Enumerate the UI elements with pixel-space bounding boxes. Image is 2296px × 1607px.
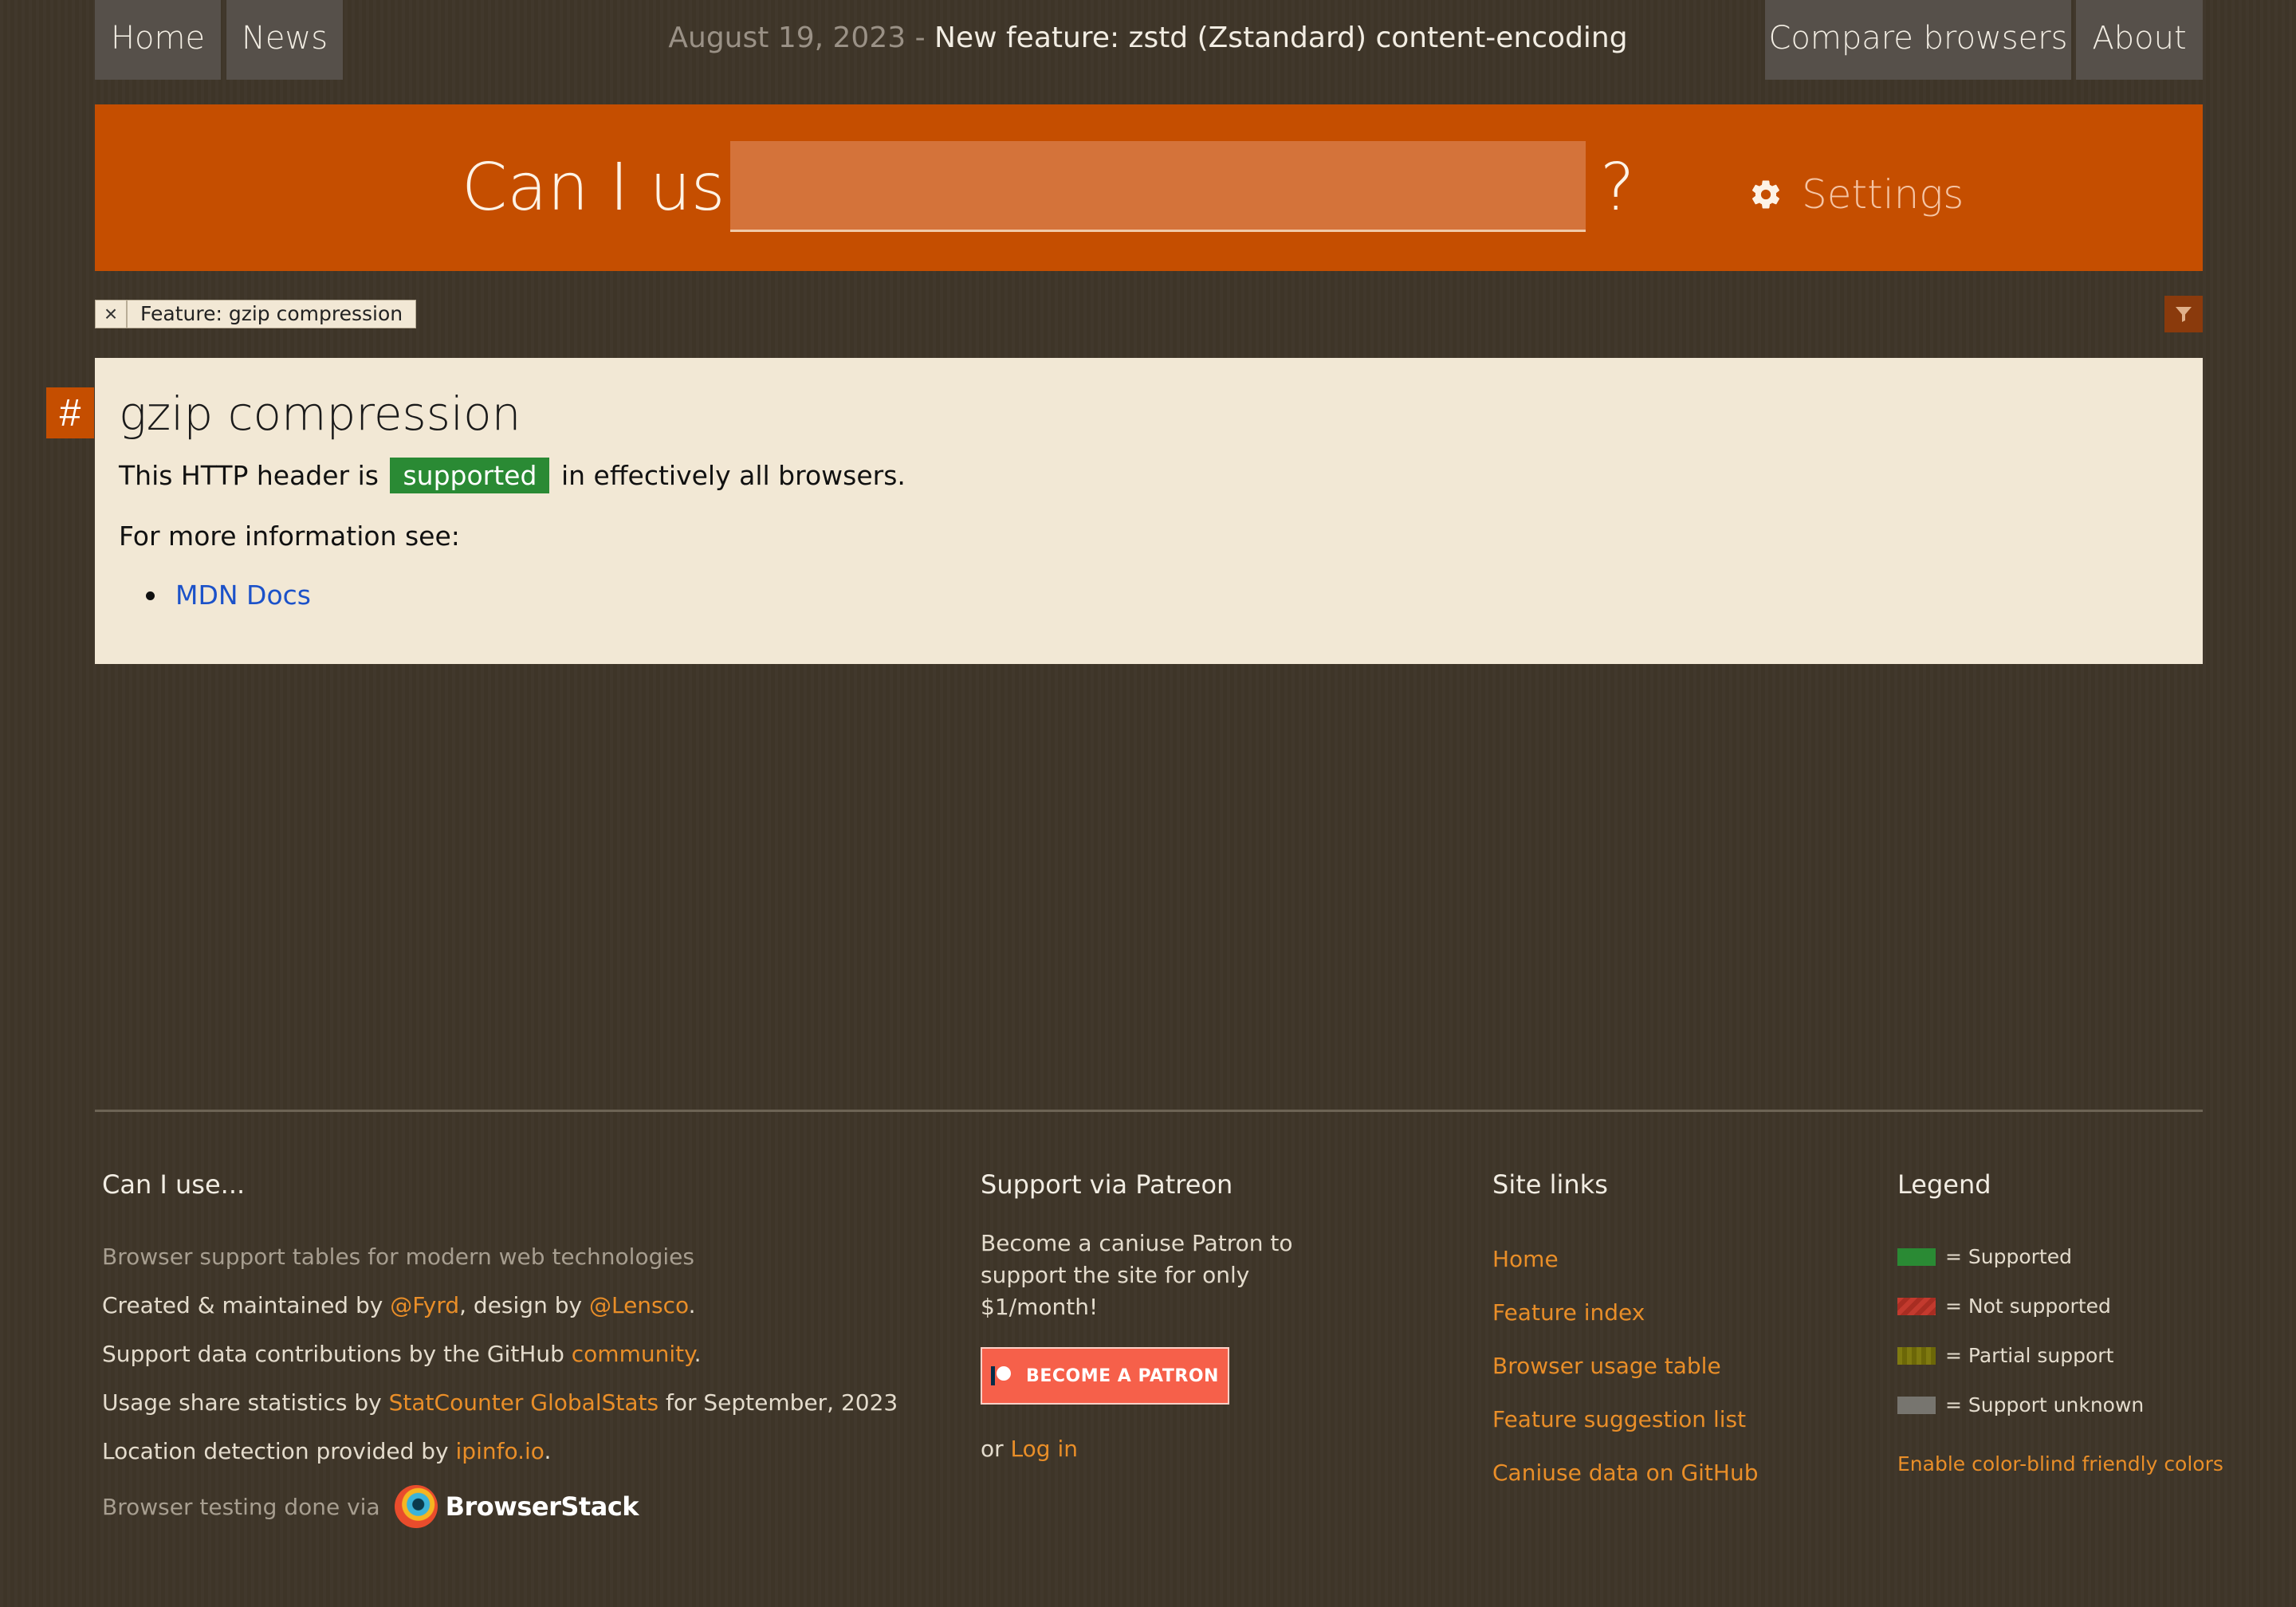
nav-compare-browsers[interactable]: Compare browsers xyxy=(1765,0,2071,80)
footer-patreon-heading: Support via Patreon xyxy=(981,1169,1233,1200)
filter-icon xyxy=(2176,307,2192,322)
footer-testing-line: Browser testing done via BrowserStack xyxy=(102,1479,898,1534)
browserstack-logo-icon[interactable] xyxy=(394,1485,438,1528)
statcounter-link[interactable]: StatCounter GlobalStats xyxy=(389,1389,659,1416)
legend-partial-support: = Partial support xyxy=(1897,1331,2223,1381)
login-link[interactable]: Log in xyxy=(1011,1436,1078,1462)
footer-site-links-column: Site links Home Feature index Browser us… xyxy=(1492,1164,1758,1499)
settings-button[interactable]: Settings xyxy=(1749,167,1964,222)
search-banner: Can I use ? Settings xyxy=(95,104,2203,271)
footer-caniuse-column: Can I use... Browser support tables for … xyxy=(102,1164,898,1534)
search-label: Can I use xyxy=(462,150,765,226)
swatch-support-unknown xyxy=(1897,1397,1936,1414)
mdn-docs-link[interactable]: MDN Docs xyxy=(175,576,311,615)
search-question-mark: ? xyxy=(1600,150,1635,226)
footer-divider xyxy=(95,1110,2203,1112)
become-patron-button[interactable]: BECOME A PATRON xyxy=(981,1347,1229,1405)
swatch-partial-support xyxy=(1897,1347,1936,1365)
site-link-feature-suggestion-list[interactable]: Feature suggestion list xyxy=(1492,1393,1758,1446)
footer-site-links-heading: Site links xyxy=(1492,1169,1608,1200)
footer-location-line: Location detection provided by ipinfo.io… xyxy=(102,1438,552,1464)
site-link-home[interactable]: Home xyxy=(1492,1232,1758,1286)
gear-icon xyxy=(1751,180,1780,209)
feature-description: This HTTP header is supported in effecti… xyxy=(119,457,906,495)
feature-anchor-link[interactable]: # xyxy=(46,387,94,438)
patreon-icon xyxy=(991,1365,1013,1387)
news-date: August 19, 2023 xyxy=(668,22,906,54)
colorblind-toggle-link[interactable]: Enable color-blind friendly colors xyxy=(1897,1452,2223,1475)
site-link-github-data[interactable]: Caniuse data on GitHub xyxy=(1492,1446,1758,1499)
swatch-supported xyxy=(1897,1248,1936,1266)
footer-patreon-column: Support via Patreon Become a caniuse Pat… xyxy=(981,1164,1315,1470)
supported-badge: supported xyxy=(390,458,550,493)
footer-caniuse-heading: Can I use... xyxy=(102,1169,246,1200)
lensco-link[interactable]: @Lensco xyxy=(589,1292,689,1318)
list-bullet xyxy=(146,591,155,600)
footer-support-line: Support data contributions by the GitHub… xyxy=(102,1341,702,1367)
browserstack-link[interactable]: BrowserStack xyxy=(446,1491,639,1522)
resource-list: MDN Docs xyxy=(119,576,311,615)
nav-about[interactable]: About xyxy=(2076,0,2203,80)
login-line: or Log in xyxy=(981,1436,1078,1462)
close-icon[interactable]: × xyxy=(96,301,128,328)
fyrd-link[interactable]: @Fyrd xyxy=(390,1292,459,1318)
more-info-text: For more information see: xyxy=(119,521,460,552)
footer-usage-line: Usage share statistics by StatCounter Gl… xyxy=(102,1389,898,1416)
legend-support-unknown: = Support unknown xyxy=(1897,1381,2223,1430)
footer-legend-heading: Legend xyxy=(1897,1169,1991,1200)
feature-title: gzip compression xyxy=(119,387,521,441)
search-input[interactable] xyxy=(730,141,1586,232)
nav-home[interactable]: Home xyxy=(95,0,221,80)
filter-tag-label: Feature: gzip compression xyxy=(140,302,403,325)
news-title-link[interactable]: New feature: zstd (Zstandard) content-en… xyxy=(934,22,1628,54)
ipinfo-link[interactable]: ipinfo.io xyxy=(456,1438,545,1464)
settings-label: Settings xyxy=(1802,171,1964,218)
footer-created-line: Created & maintained by @Fyrd, design by… xyxy=(102,1292,696,1318)
community-link[interactable]: community xyxy=(572,1341,694,1367)
legend-not-supported: = Not supported xyxy=(1897,1282,2223,1331)
footer-legend-column: Legend = Supported = Not supported = Par… xyxy=(1897,1164,2223,1475)
patreon-description: Become a caniuse Patron to support the s… xyxy=(981,1230,1293,1320)
nav-news[interactable]: News xyxy=(226,0,343,80)
filter-button[interactable] xyxy=(2164,296,2203,332)
site-link-browser-usage-table[interactable]: Browser usage table xyxy=(1492,1339,1758,1393)
footer-tagline: Browser support tables for modern web te… xyxy=(102,1244,694,1270)
feature-card: gzip compression This HTTP header is sup… xyxy=(95,358,2203,664)
swatch-not-supported xyxy=(1897,1298,1936,1315)
legend-supported: = Supported xyxy=(1897,1232,2223,1282)
site-link-feature-index[interactable]: Feature index xyxy=(1492,1286,1758,1339)
top-nav: August 19, 2023 - New feature: zstd (Zst… xyxy=(0,0,2296,80)
filter-tag: × Feature: gzip compression xyxy=(95,300,417,328)
